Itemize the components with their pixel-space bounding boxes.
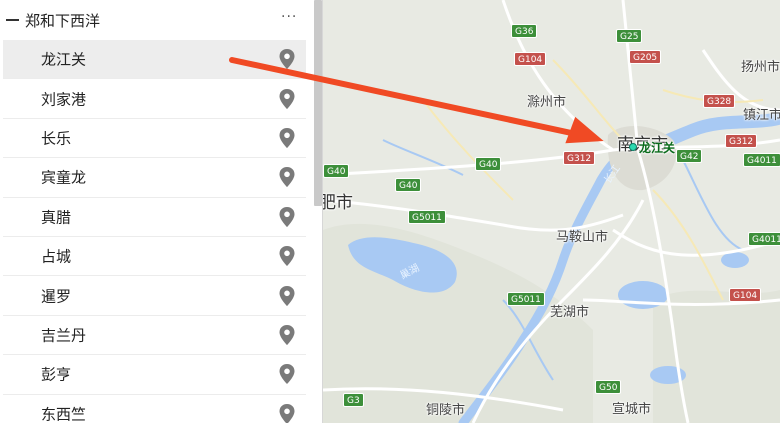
highway-shield: G3 — [343, 393, 364, 407]
list-header[interactable]: 郑和下西洋 ··· — [0, 0, 310, 40]
list-item[interactable]: 东西竺 — [3, 394, 306, 423]
map-pin-icon[interactable] — [279, 364, 295, 385]
city-label-zhenjiang: 镇江市 — [743, 108, 780, 123]
list-item-label: 吉兰丹 — [41, 326, 87, 345]
list-item[interactable]: 占城 — [3, 236, 306, 277]
road-shield: G104 — [729, 288, 762, 302]
road-shield: G312 — [563, 151, 596, 165]
list-item[interactable]: 暹罗 — [3, 276, 306, 316]
list-item[interactable]: 彭亨 — [3, 355, 306, 395]
list-item[interactable]: 真腊 — [3, 197, 306, 237]
list-item[interactable]: 宾童龙 — [3, 158, 306, 198]
city-label-maanshan: 马鞍山市 — [556, 230, 609, 245]
road-shield: G312 — [725, 134, 758, 148]
city-label-tongling: 铜陵市 — [426, 403, 466, 418]
map-pin-icon[interactable] — [279, 88, 295, 109]
highway-shield: G5011 — [408, 210, 446, 224]
map-pin-icon[interactable] — [279, 206, 295, 227]
city-label-hefei: 肥市 — [323, 193, 353, 213]
list-item[interactable]: 刘家港 — [3, 79, 306, 119]
sidebar-scrollbar[interactable] — [314, 0, 322, 206]
list-item[interactable]: 龙江关 — [3, 40, 306, 80]
location-marker-label: 龙江关 — [639, 141, 676, 155]
highway-shield: G4011 — [743, 153, 780, 167]
map-pin-icon[interactable] — [279, 403, 295, 423]
city-label-wuhu: 芜湖市 — [550, 305, 590, 320]
collapse-icon[interactable] — [6, 19, 19, 21]
map-base-layer — [323, 0, 780, 423]
list-item-label: 东西竺 — [41, 405, 87, 423]
road-shield: G104 — [514, 52, 547, 66]
list-item-label: 宾童龙 — [41, 168, 87, 187]
highway-shield: G40 — [395, 178, 422, 192]
list-item-label: 暹罗 — [41, 287, 72, 306]
route-list-panel: 郑和下西洋 ··· 龙江关 刘家港 长乐 宾童龙 真腊 占城 暹罗 吉兰丹 彭亨… — [0, 0, 322, 423]
highway-shield: G5011 — [507, 292, 545, 306]
city-label-chuzhou: 滁州市 — [527, 95, 567, 110]
highway-shield: G42 — [676, 149, 703, 163]
city-label-yangzhou: 扬州市 — [741, 60, 780, 75]
list-item-label: 长乐 — [41, 129, 72, 148]
location-list: 龙江关 刘家港 长乐 宾童龙 真腊 占城 暹罗 吉兰丹 彭亨 东西竺 — [3, 40, 306, 423]
list-item[interactable]: 吉兰丹 — [3, 315, 306, 356]
list-item-label: 刘家港 — [41, 90, 87, 109]
map-view[interactable]: G36 G25 G104 G205 G328 G40 G40 G40 G312 … — [323, 0, 780, 423]
map-pin-icon[interactable] — [279, 246, 295, 267]
app-window: 郑和下西洋 ··· 龙江关 刘家港 长乐 宾童龙 真腊 占城 暹罗 吉兰丹 彭亨… — [0, 0, 780, 423]
list-item[interactable]: 长乐 — [3, 118, 306, 159]
more-options-icon[interactable]: ··· — [281, 9, 297, 25]
list-item-label: 龙江关 — [41, 50, 87, 69]
list-item-label: 彭亨 — [41, 365, 72, 384]
location-marker[interactable] — [629, 143, 637, 151]
highway-shield: G4011 — [748, 232, 780, 246]
map-pin-icon[interactable] — [279, 49, 295, 70]
map-pin-icon[interactable] — [279, 127, 295, 148]
highway-shield: G36 — [511, 24, 538, 38]
highway-shield: G40 — [323, 164, 350, 178]
list-item-label: 占城 — [41, 247, 72, 266]
road-shield: G328 — [703, 94, 736, 108]
highway-shield: G50 — [595, 380, 622, 394]
map-pin-icon[interactable] — [279, 167, 295, 188]
list-item-label: 真腊 — [41, 208, 72, 227]
map-pin-icon[interactable] — [279, 324, 295, 345]
city-label-xuancheng: 宣城市 — [612, 402, 652, 417]
highway-shield: G40 — [475, 157, 502, 171]
road-shield: G205 — [629, 50, 662, 64]
list-title: 郑和下西洋 — [25, 12, 101, 30]
map-pin-icon[interactable] — [279, 285, 295, 306]
highway-shield: G25 — [616, 29, 643, 43]
